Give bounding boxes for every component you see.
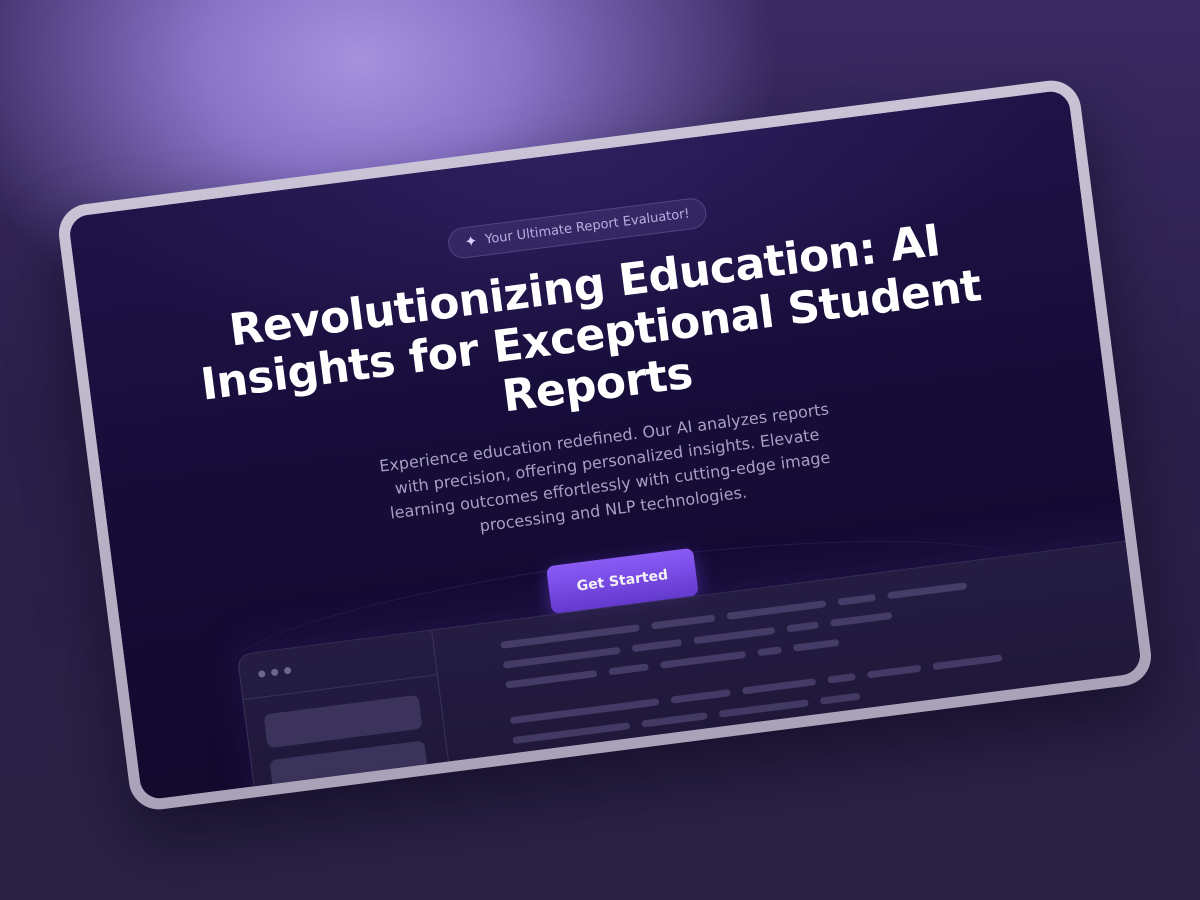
device-frame: ✦ Your Ultimate Report Evaluator! Revolu… [55, 77, 1155, 813]
page-background: ✦ Your Ultimate Report Evaluator! Revolu… [0, 0, 1200, 900]
placeholder-line [718, 699, 809, 718]
placeholder-line [693, 626, 776, 645]
placeholder-line [786, 621, 820, 633]
tagline-text: Your Ultimate Report Evaluator! [484, 206, 691, 248]
preview-sidebar-item [263, 694, 423, 749]
placeholder-line [505, 669, 598, 689]
placeholder-line [866, 664, 922, 679]
placeholder-line [502, 646, 621, 669]
placeholder-line [819, 692, 861, 705]
placeholder-line [757, 646, 782, 657]
placeholder-line [659, 650, 747, 669]
placeholder-line [500, 624, 640, 649]
placeholder-line [509, 698, 660, 725]
placeholder-line [631, 638, 683, 653]
placeholder-line [650, 614, 716, 630]
placeholder-line [792, 638, 840, 652]
hero-headline: Revolutionizing Education: AI Insights f… [197, 215, 985, 423]
placeholder-line [887, 582, 968, 600]
placeholder-line [827, 673, 856, 684]
placeholder-line [512, 722, 631, 745]
placeholder-line [516, 760, 614, 780]
landing-page: ✦ Your Ultimate Report Evaluator! Revolu… [67, 89, 1143, 801]
placeholder-line [670, 689, 731, 704]
placeholder-line [624, 750, 695, 767]
placeholder-line [741, 678, 817, 695]
placeholder-line [705, 734, 816, 756]
placeholder-line [830, 611, 893, 627]
sparkle-icon: ✦ [463, 231, 479, 252]
window-dots-icon [257, 666, 292, 678]
preview-sidebar [237, 630, 466, 801]
placeholder-line [726, 600, 827, 620]
placeholder-line [837, 593, 876, 606]
preview-sidebar-item [269, 740, 429, 794]
placeholder-line [641, 712, 708, 728]
placeholder-line [608, 663, 649, 676]
placeholder-line [932, 654, 1003, 671]
